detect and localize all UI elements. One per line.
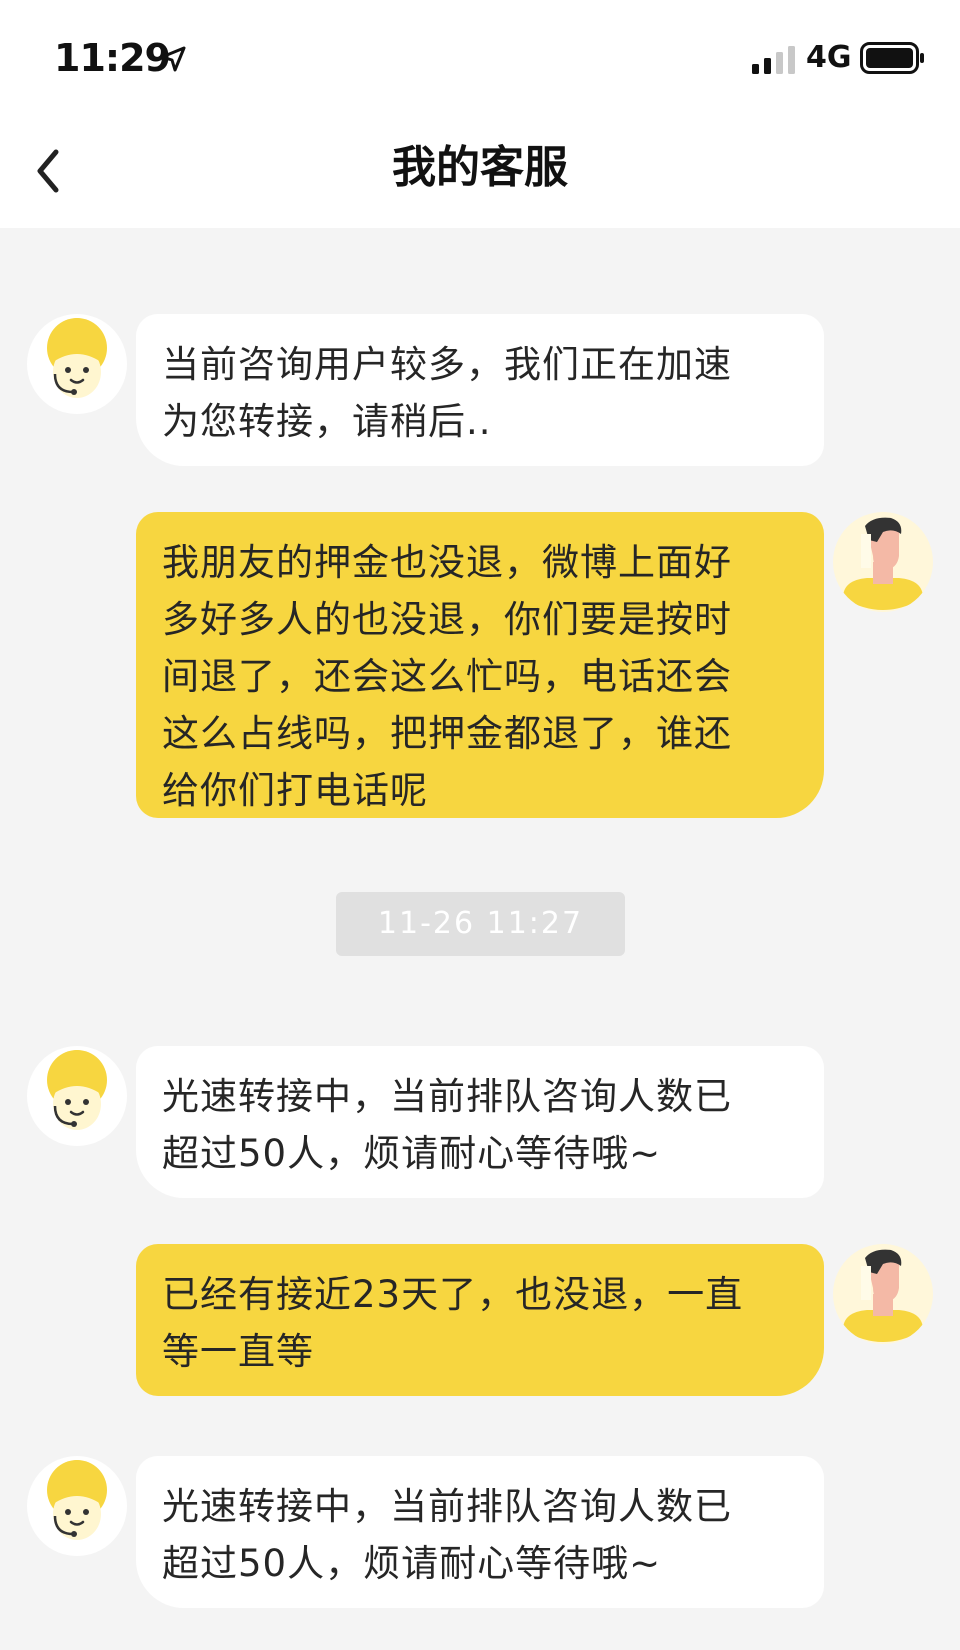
user-avatar-icon — [843, 1249, 923, 1342]
agent-avatar-icon — [47, 1050, 107, 1130]
battery-icon — [860, 42, 924, 74]
user-avatar[interactable] — [833, 1244, 933, 1344]
status-bar: 11:29 4G — [0, 0, 960, 110]
user-message-bubble[interactable]: 已经有接近23天了，也没退，一直 等一直等 — [136, 1244, 824, 1396]
agent-avatar[interactable] — [27, 1456, 127, 1556]
page-title: 我的客服 — [392, 142, 568, 193]
nav-bar: 我的客服 — [0, 110, 960, 228]
agent-avatar-icon — [47, 318, 107, 398]
status-time: 11:29 — [54, 36, 171, 80]
message-timestamp: 11-26 11:27 — [336, 892, 625, 956]
user-avatar-icon — [843, 517, 923, 610]
network-label: 4G — [806, 40, 852, 75]
agent-avatar[interactable] — [27, 1046, 127, 1146]
signal-icon — [752, 46, 795, 74]
user-message-bubble[interactable]: 我朋友的押金也没退，微博上面好 多好多人的也没退，你们要是按时 间退了，还会这么… — [136, 512, 824, 818]
agent-message-bubble[interactable]: 光速转接中，当前排队咨询人数已 超过50人，烦请耐心等待哦~ — [136, 1456, 824, 1608]
agent-avatar[interactable] — [27, 314, 127, 414]
agent-message-bubble[interactable]: 当前咨询用户较多，我们正在加速 为您转接，请稍后.. — [136, 314, 824, 466]
chat-list[interactable]: 当前咨询用户较多，我们正在加速 为您转接，请稍后.. 我朋友的押金也没退，微博上… — [0, 228, 960, 1650]
agent-message-bubble[interactable]: 光速转接中，当前排队咨询人数已 超过50人，烦请耐心等待哦~ — [136, 1046, 824, 1198]
agent-avatar-icon — [47, 1460, 107, 1540]
user-avatar[interactable] — [833, 512, 933, 612]
location-arrow-icon — [160, 46, 186, 72]
